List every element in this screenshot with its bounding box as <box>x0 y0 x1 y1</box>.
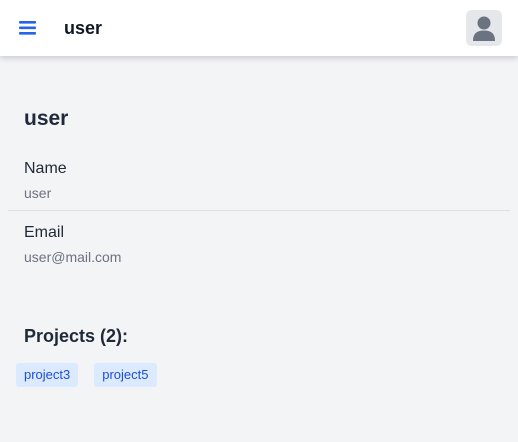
main-content: user Name user Email user@mail.com Proje… <box>0 56 518 442</box>
avatar[interactable] <box>466 10 502 46</box>
top-app-bar: user <box>0 0 518 56</box>
app-title: user <box>64 18 103 38</box>
project-chip[interactable]: project3 <box>16 363 79 387</box>
user-avatar-icon <box>473 16 495 41</box>
name-label: Name <box>24 160 67 177</box>
projects-heading: Projects (2): <box>24 326 129 346</box>
divider <box>8 210 510 211</box>
name-value: user <box>24 185 52 201</box>
email-value: user@mail.com <box>24 249 122 265</box>
menu-icon[interactable] <box>19 20 37 36</box>
email-label: Email <box>24 224 65 241</box>
project-chip[interactable]: project5 <box>94 363 157 387</box>
project-chips: project3 project5 <box>16 363 157 387</box>
page-title: user <box>24 107 69 130</box>
